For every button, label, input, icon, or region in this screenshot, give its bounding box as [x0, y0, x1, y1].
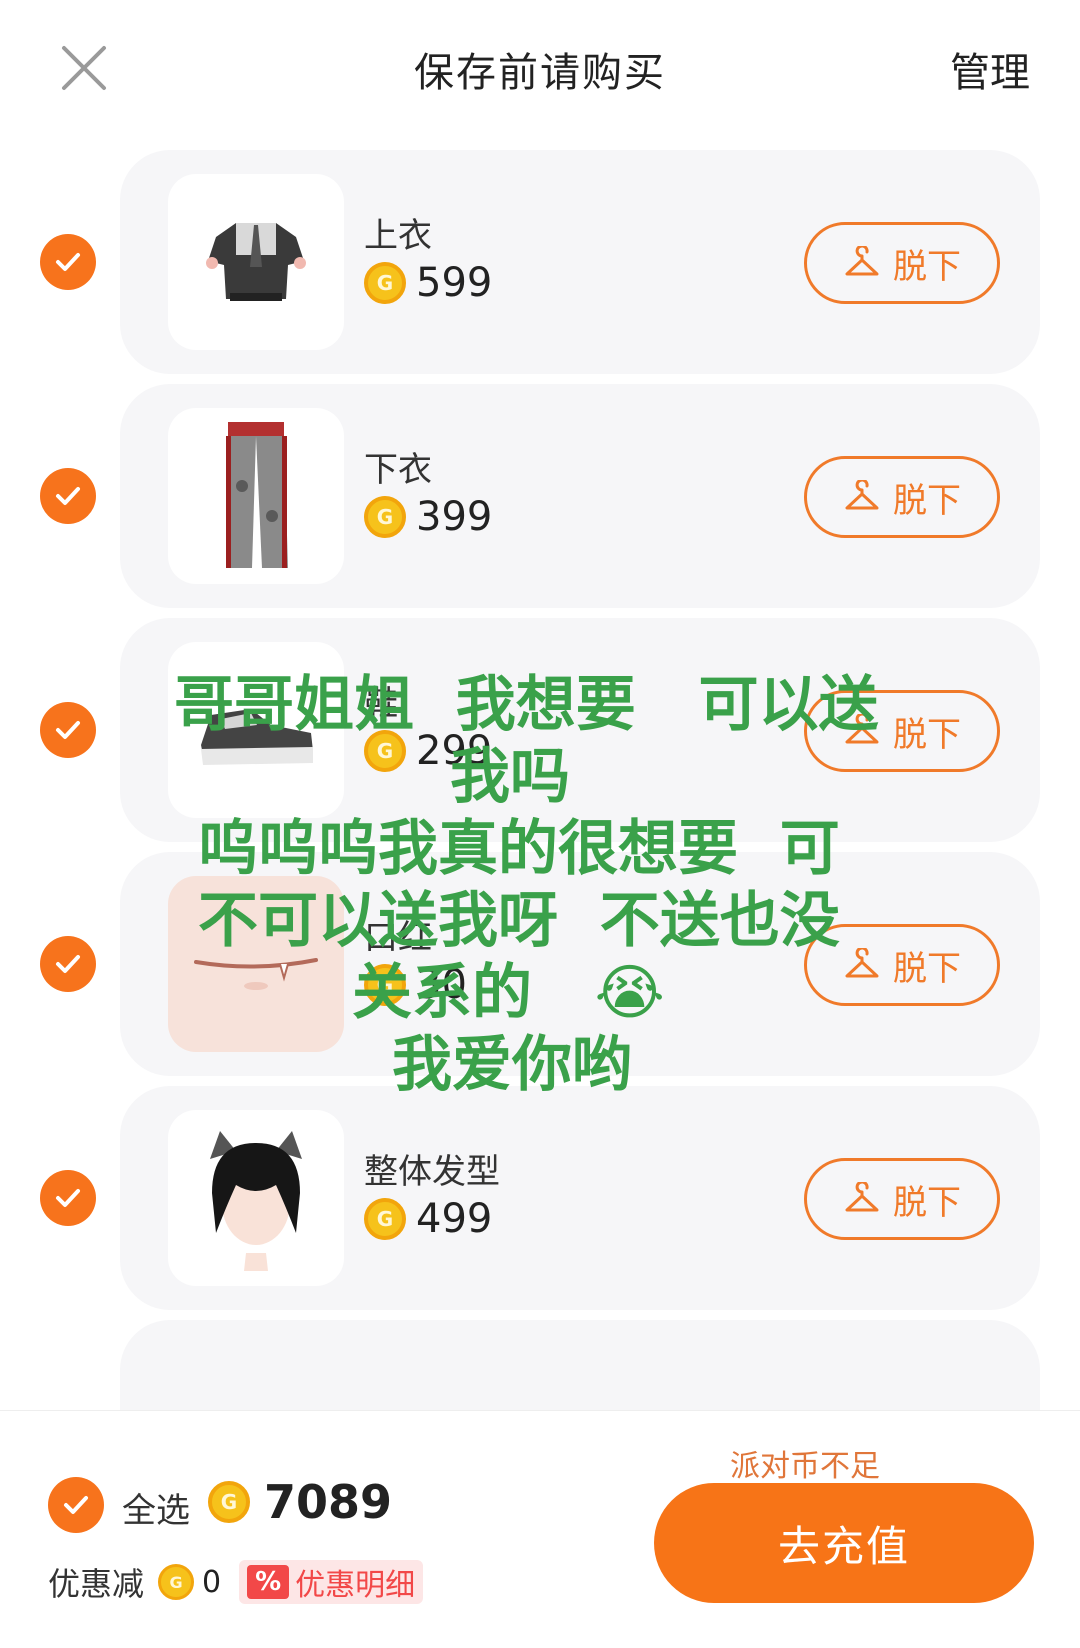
price-value: 499 [416, 1196, 493, 1242]
item-name: 上衣 [364, 216, 432, 256]
item-checkbox[interactable] [40, 234, 96, 290]
footer-bar: 派对币不足 全选 G 7089 优惠减 G 0 % 优惠明细 去充值 [0, 1410, 1080, 1648]
manage-button[interactable]: 管理 [950, 40, 1030, 98]
discount-row: 优惠减 G 0 % 优惠明细 [48, 1559, 424, 1605]
take-off-button[interactable]: 脱下 [804, 924, 1000, 1006]
take-off-label: 脱下 [893, 480, 961, 521]
take-off-label: 脱下 [893, 948, 961, 989]
price-value: 30 [416, 962, 467, 1008]
coin-icon: G [364, 496, 406, 538]
take-off-button[interactable]: 脱下 [804, 690, 1000, 772]
hanger-icon [845, 246, 879, 276]
item-card: 下衣 G 399 脱下 [120, 384, 1040, 608]
coin-icon: G [208, 1481, 250, 1523]
item-price: G 499 [364, 1196, 492, 1242]
item-checkbox[interactable] [40, 1170, 96, 1226]
percent-icon: % [247, 1565, 290, 1599]
item-price: G 30 [364, 962, 467, 1008]
item-price: G 299 [364, 728, 492, 774]
item-name: 下衣 [364, 450, 432, 490]
item-price: G 399 [364, 494, 492, 540]
select-all-label[interactable]: 全选 [122, 1483, 190, 1532]
hanger-icon [845, 1182, 879, 1212]
take-off-label: 脱下 [893, 1182, 961, 1223]
insufficient-coins-label: 派对币不足 [730, 1449, 880, 1484]
total-price: G 7089 [208, 1475, 392, 1529]
take-off-button[interactable]: 脱下 [804, 222, 1000, 304]
take-off-button[interactable]: 脱下 [804, 1158, 1000, 1240]
item-name: 整体发型 [364, 1152, 500, 1192]
item-checkbox[interactable] [40, 702, 96, 758]
discount-detail-button[interactable]: % 优惠明细 [239, 1560, 424, 1604]
item-checkbox[interactable] [40, 936, 96, 992]
hanger-icon [845, 948, 879, 978]
list-item [0, 1320, 1080, 1410]
hairstyle-thumbnail-icon [168, 1110, 344, 1286]
coin-icon: G [364, 964, 406, 1006]
take-off-button[interactable]: 脱下 [804, 456, 1000, 538]
item-checkbox[interactable] [40, 468, 96, 524]
discount-detail-label: 优惠明细 [295, 1568, 416, 1603]
coin-icon: G [364, 1198, 406, 1240]
list-item: 下衣 G 399 脱下 [0, 384, 1080, 608]
item-price: G 599 [364, 260, 492, 306]
shirt-thumbnail-icon [168, 174, 344, 350]
item-card: 上衣 G 599 脱下 [120, 150, 1040, 374]
top-bar: 保存前请购买 管理 [0, 0, 1080, 140]
item-name: 口红 [364, 918, 432, 958]
coin-icon: G [364, 262, 406, 304]
total-value: 7089 [264, 1475, 393, 1529]
coin-icon: G [158, 1564, 195, 1600]
price-value: 299 [416, 728, 493, 774]
price-value: 399 [416, 494, 493, 540]
pants-thumbnail-icon [168, 408, 344, 584]
item-card: 鞋 G 299 脱下 [120, 618, 1040, 842]
page-title: 保存前请购买 [414, 50, 666, 96]
list-item: 鞋 G 299 脱下 [0, 618, 1080, 842]
list-item: 口红 G 30 脱下 [0, 852, 1080, 1076]
price-value: 599 [416, 260, 493, 306]
select-all-checkbox[interactable] [48, 1477, 104, 1533]
item-list: 上衣 G 599 脱下 下衣 G 399 脱下 鞋 G 299 脱下 口红 G … [0, 150, 1080, 1410]
hanger-icon [845, 480, 879, 510]
item-card: 整体发型 G 499 脱下 [120, 1086, 1040, 1310]
discount-label: 优惠减 [48, 1565, 145, 1603]
hanger-icon [845, 714, 879, 744]
recharge-button[interactable]: 去充值 [654, 1483, 1034, 1603]
list-item: 上衣 G 599 脱下 [0, 150, 1080, 374]
item-card: 口红 G 30 脱下 [120, 852, 1040, 1076]
coin-icon: G [364, 730, 406, 772]
take-off-label: 脱下 [893, 714, 961, 755]
item-name: 鞋 [364, 684, 398, 724]
shoes-thumbnail-icon [168, 642, 344, 818]
take-off-label: 脱下 [893, 246, 961, 287]
item-card [120, 1320, 1040, 1410]
lipstick-thumbnail-icon [168, 876, 344, 1052]
discount-value: 0 [202, 1564, 222, 1600]
list-item: 整体发型 G 499 脱下 [0, 1086, 1080, 1310]
